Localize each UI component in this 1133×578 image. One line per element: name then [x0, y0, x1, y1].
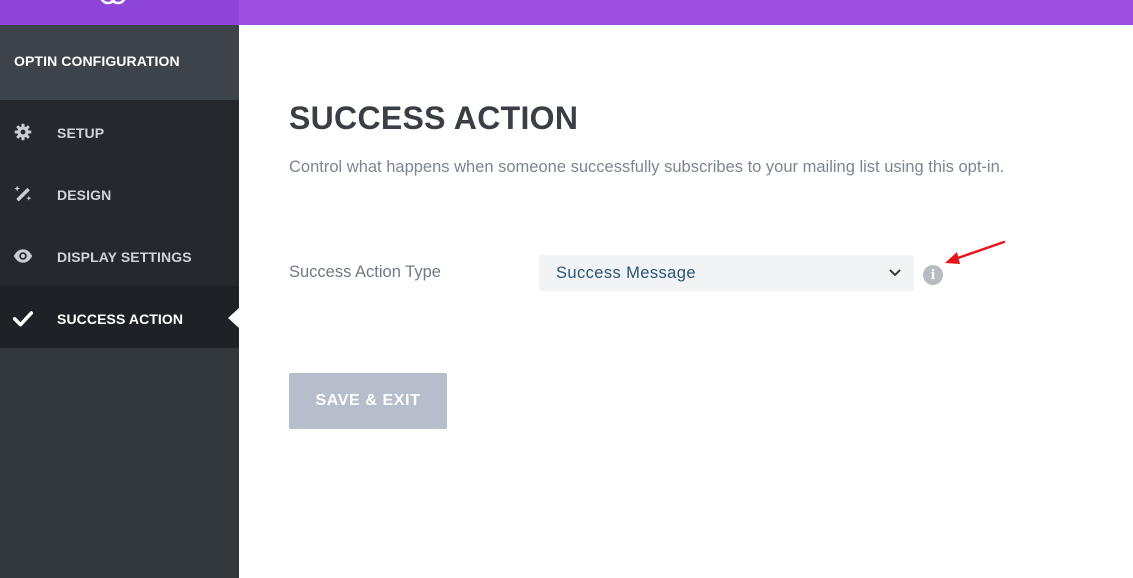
page-description: Control what happens when someone succes…: [289, 158, 1005, 176]
sidebar-logo-area: [0, 0, 239, 25]
magic-wand-icon: [12, 183, 34, 205]
gear-icon: [12, 121, 34, 143]
sidebar-nav: SETUP DESIGN DISPLAY SETTINGS SUCCESS AC…: [0, 100, 239, 348]
sidebar-item-design[interactable]: DESIGN: [0, 162, 239, 224]
checkmark-icon: [12, 307, 34, 329]
sidebar: OPTIN CONFIGURATION SETUP DESIGN DISPLAY…: [0, 25, 239, 578]
chevron-down-icon: [889, 269, 901, 276]
sidebar-header: OPTIN CONFIGURATION: [0, 25, 239, 100]
annotation-arrow-icon: [945, 240, 1006, 264]
select-value: Success Message: [556, 264, 696, 282]
success-action-type-select[interactable]: Success Message: [539, 255, 914, 291]
sidebar-item-setup[interactable]: SETUP: [0, 100, 239, 162]
sidebar-item-label: DISPLAY SETTINGS: [57, 249, 192, 265]
active-item-pointer: [228, 308, 239, 328]
logo-icon: [100, 0, 126, 5]
sidebar-item-label: SETUP: [57, 125, 105, 141]
sidebar-header-title: OPTIN CONFIGURATION: [14, 53, 180, 69]
sidebar-item-display-settings[interactable]: DISPLAY SETTINGS: [0, 224, 239, 286]
success-action-type-label: Success Action Type: [289, 263, 441, 281]
sidebar-item-label: SUCCESS ACTION: [57, 311, 184, 327]
eye-icon: [12, 245, 34, 267]
info-icon[interactable]: i: [923, 265, 943, 285]
sidebar-item-label: DESIGN: [57, 187, 112, 203]
page-title: SUCCESS ACTION: [289, 100, 579, 136]
sidebar-item-success-action[interactable]: SUCCESS ACTION: [0, 286, 239, 348]
top-bar: [239, 0, 1133, 25]
main-content: SUCCESS ACTION Control what happens when…: [239, 25, 1133, 578]
save-exit-button[interactable]: SAVE & EXIT: [289, 373, 447, 429]
